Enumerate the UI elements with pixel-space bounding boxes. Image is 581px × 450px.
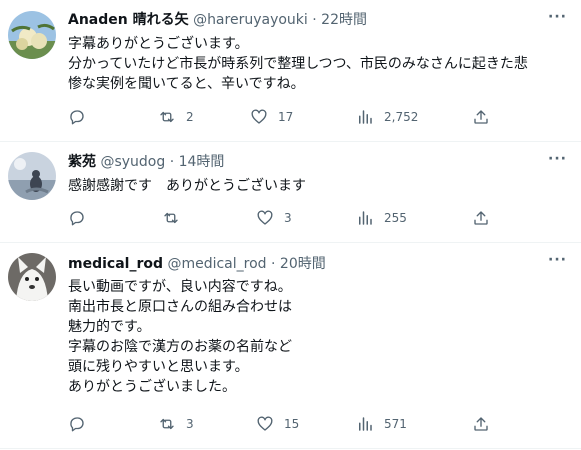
reply-icon [68, 108, 86, 126]
view-count: 255 [384, 211, 407, 225]
retweet-button[interactable]: 3 [158, 414, 194, 434]
tweet-text-line: 南出市長と原口さんの組み合わせは [68, 299, 292, 315]
tweet-text-line: 字幕ありがとうございます。 [68, 36, 249, 52]
tweet-text-line: 惨な実例を聞いてると、辛いですね。 [68, 76, 305, 92]
like-icon [250, 108, 268, 126]
reply-button[interactable] [68, 414, 96, 434]
timestamp[interactable]: 22時間 [321, 12, 367, 28]
tweet-text-line: 字幕のお陰で漢方のお薬の名前など [68, 339, 292, 355]
view-count: 571 [384, 417, 407, 431]
share-icon [472, 415, 490, 433]
display-name[interactable]: 紫苑 [68, 154, 96, 170]
retweet-button[interactable]: 2 [158, 107, 194, 127]
tweet[interactable]: 紫苑 @syudog · 14時間 ··· 感謝感謝です ありがとうございます … [0, 142, 581, 242]
retweet-icon [158, 108, 176, 126]
display-name[interactable]: medical_rod [68, 256, 163, 272]
retweet-icon [162, 209, 180, 227]
action-bar: 3 255 [60, 208, 500, 228]
like-count: 17 [278, 110, 294, 124]
separator-dot: · [271, 256, 276, 272]
more-icon[interactable]: ··· [548, 252, 567, 268]
avatar[interactable] [8, 253, 56, 301]
views-icon [356, 108, 374, 126]
reply-button[interactable] [68, 107, 96, 127]
reply-icon [68, 415, 86, 433]
tweet-text: 字幕ありがとうございます。 分かっていたけど市長が時系列で整理しつつ、市民のみな… [68, 34, 528, 94]
more-icon[interactable]: ··· [548, 151, 567, 167]
avatar[interactable] [8, 152, 56, 200]
timestamp[interactable]: 14時間 [179, 154, 225, 170]
reply-icon [68, 209, 86, 227]
action-bar: 3 15 571 [60, 414, 500, 434]
retweet-count: 3 [186, 417, 194, 431]
share-button[interactable] [472, 414, 490, 434]
avatar[interactable] [8, 11, 56, 59]
retweet-icon [158, 415, 176, 433]
tweet-divider [0, 448, 581, 449]
more-icon[interactable]: ··· [548, 9, 567, 25]
tweet-text-line: 感謝感謝です ありがとうございます [68, 178, 306, 194]
tweet-text-line: ありがとうございました。 [68, 379, 236, 395]
share-button[interactable] [472, 208, 490, 228]
share-icon [472, 209, 490, 227]
user-handle[interactable]: @syudog [100, 154, 165, 170]
like-count: 3 [284, 211, 292, 225]
like-count: 15 [284, 417, 300, 431]
share-icon [472, 108, 490, 126]
timestamp[interactable]: 20時間 [280, 256, 326, 272]
views-button[interactable]: 571 [356, 414, 407, 434]
separator-dot: · [312, 12, 317, 28]
user-handle[interactable]: @hareruyayouki [193, 12, 308, 28]
tweet-text: 長い動画ですが、良い内容ですね。 南出市長と原口さんの組み合わせは 魅力的です。… [68, 277, 292, 397]
separator-dot: · [169, 154, 175, 170]
tweet-text: 感謝感謝です ありがとうございます [68, 176, 306, 196]
tweet-header: medical_rod @medical_rod · 20時間 [68, 255, 326, 273]
views-icon [356, 415, 374, 433]
tweet-text-line: 長い動画ですが、良い内容ですね。 [68, 279, 292, 295]
views-button[interactable]: 255 [356, 208, 407, 228]
like-button[interactable]: 3 [256, 208, 292, 228]
like-button[interactable]: 17 [250, 107, 293, 127]
tweet[interactable]: Anaden 晴れる矢 @hareruyayouki · 22時間 ··· 字幕… [0, 0, 581, 141]
tweet-text-line: 魅力的です。 [68, 319, 151, 335]
retweet-count: 2 [186, 110, 194, 124]
tweet[interactable]: medical_rod @medical_rod · 20時間 ··· 長い動画… [0, 243, 581, 450]
tweet-text-line: 頭に残りやすいと思います。 [68, 359, 249, 375]
tweet-text-line: 分かっていたけど市長が時系列で整理しつつ、市民のみなさんに起きた悲 [68, 56, 528, 72]
like-button[interactable]: 15 [256, 414, 299, 434]
share-button[interactable] [472, 107, 490, 127]
like-icon [256, 415, 274, 433]
user-handle[interactable]: @medical_rod [167, 256, 266, 272]
view-count: 2,752 [384, 110, 419, 124]
views-icon [356, 209, 374, 227]
tweet-header: Anaden 晴れる矢 @hareruyayouki · 22時間 [68, 11, 367, 29]
retweet-button[interactable] [162, 208, 190, 228]
views-button[interactable]: 2,752 [356, 107, 418, 127]
like-icon [256, 209, 274, 227]
action-bar: 2 17 2,752 [60, 107, 500, 127]
reply-button[interactable] [68, 208, 96, 228]
tweet-header: 紫苑 @syudog · 14時間 [68, 153, 224, 171]
display-name[interactable]: Anaden 晴れる矢 [68, 12, 189, 28]
